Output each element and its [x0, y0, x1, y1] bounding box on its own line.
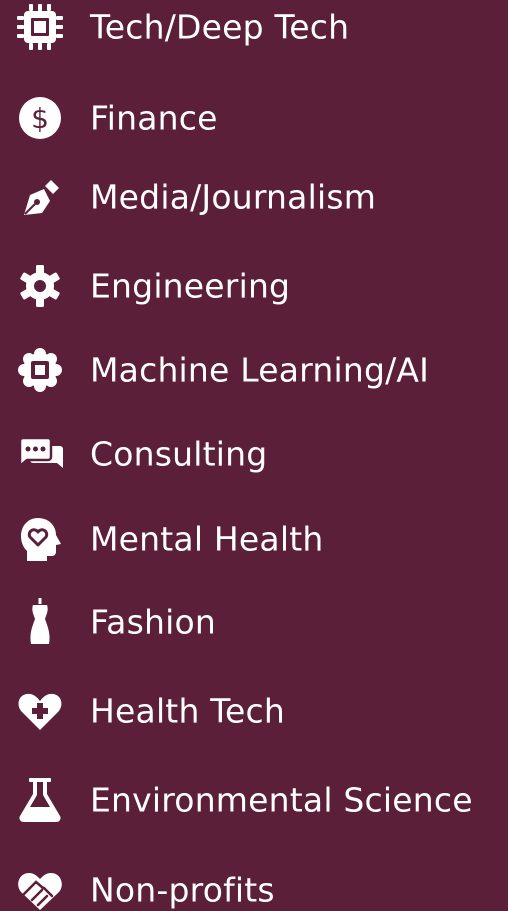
- flask-icon: [14, 774, 66, 826]
- dress-form-icon: [14, 596, 66, 648]
- category-item-mental-health[interactable]: Mental Health: [0, 509, 508, 569]
- head-heart-icon: [14, 513, 66, 565]
- category-label: Machine Learning/AI: [90, 350, 430, 390]
- category-item-non-profits[interactable]: Non-profits: [0, 860, 508, 911]
- category-label: Engineering: [90, 266, 291, 306]
- category-label: Finance: [90, 98, 218, 138]
- pen-nib-icon: [14, 171, 66, 223]
- category-label: Non-profits: [90, 870, 275, 910]
- svg-text:$: $: [31, 102, 49, 135]
- category-label: Fashion: [90, 602, 216, 642]
- heart-plus-icon: [14, 685, 66, 737]
- category-item-consulting[interactable]: Consulting: [0, 424, 508, 484]
- microchip-icon: [14, 1, 66, 53]
- category-label: Environmental Science: [90, 780, 473, 820]
- category-item-engineering[interactable]: Engineering: [0, 256, 508, 316]
- category-label: Tech/Deep Tech: [90, 7, 350, 47]
- category-item-finance[interactable]: $ Finance: [0, 88, 508, 148]
- category-label: Media/Journalism: [90, 177, 377, 217]
- ai-chip-gear-icon: [14, 344, 66, 396]
- category-list: Tech/Deep Tech $ Finance Media/Journalis…: [0, 0, 508, 911]
- category-label: Mental Health: [90, 519, 324, 559]
- category-label: Health Tech: [90, 691, 285, 731]
- category-item-fashion[interactable]: Fashion: [0, 592, 508, 652]
- category-item-tech[interactable]: Tech/Deep Tech: [0, 0, 508, 57]
- category-label: Consulting: [90, 434, 268, 474]
- category-item-ml-ai[interactable]: Machine Learning/AI: [0, 340, 508, 400]
- category-item-media[interactable]: Media/Journalism: [0, 167, 508, 227]
- dollar-circle-icon: $: [14, 92, 66, 144]
- gear-icon: [14, 260, 66, 312]
- chat-bubbles-icon: [14, 428, 66, 480]
- category-item-health-tech[interactable]: Health Tech: [0, 681, 508, 741]
- handshake-heart-icon: [14, 864, 66, 911]
- category-item-environmental-science[interactable]: Environmental Science: [0, 770, 508, 830]
